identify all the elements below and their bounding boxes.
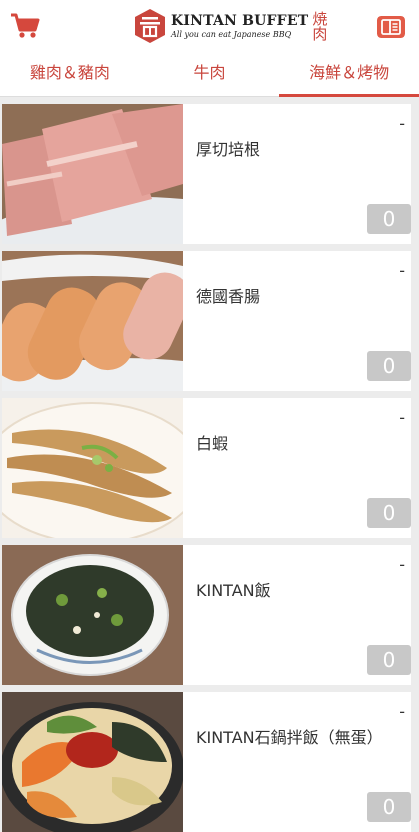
item-photo-sausage bbox=[2, 251, 183, 391]
quantity-badge[interactable]: 0 bbox=[367, 351, 411, 381]
item-price: - bbox=[399, 408, 405, 427]
tab-seafood-grill[interactable]: 海鮮＆烤物 bbox=[279, 52, 419, 97]
logo-subtitle: All you can eat Japanese BBQ bbox=[171, 29, 292, 39]
item-price: - bbox=[399, 261, 405, 280]
item-name: 白蝦 bbox=[196, 434, 229, 453]
item-photo-rice-bowl bbox=[2, 545, 183, 685]
quantity-badge[interactable]: 0 bbox=[367, 204, 411, 234]
brand-logo: KINTAN BUFFET All you can eat Japanese B… bbox=[133, 6, 329, 46]
item-name: 德國香腸 bbox=[196, 287, 261, 306]
item-photo-bibimbap bbox=[2, 692, 183, 832]
logo-text: KINTAN BUFFET All you can eat Japanese B… bbox=[171, 14, 308, 39]
tab-beef[interactable]: 牛肉 bbox=[140, 52, 280, 96]
list-item[interactable]: KINTAN飯 - 0 bbox=[2, 545, 411, 685]
item-photo-bacon bbox=[2, 104, 183, 244]
list-item[interactable]: 白蝦 - 0 bbox=[2, 398, 411, 538]
quantity-badge[interactable]: 0 bbox=[367, 645, 411, 675]
menu-book-icon[interactable] bbox=[377, 16, 405, 38]
list-item[interactable]: KINTAN石鍋拌飯（無蛋） - 0 bbox=[2, 692, 411, 832]
list-item[interactable]: 德國香腸 - 0 bbox=[2, 251, 411, 391]
item-name: KINTAN飯 bbox=[196, 581, 271, 600]
item-name: 厚切培根 bbox=[196, 140, 261, 159]
quantity-badge[interactable]: 0 bbox=[367, 498, 411, 528]
item-photo-shrimp bbox=[2, 398, 183, 538]
logo-mark-icon bbox=[135, 9, 165, 43]
shopping-cart-icon[interactable] bbox=[9, 12, 41, 40]
tab-chicken-pork[interactable]: 雞肉＆豬肉 bbox=[0, 52, 140, 96]
quantity-badge[interactable]: 0 bbox=[367, 792, 411, 822]
category-tabs: 雞肉＆豬肉 牛肉 海鮮＆烤物 bbox=[0, 52, 419, 97]
logo-title: KINTAN BUFFET bbox=[171, 12, 309, 29]
logo-kanji: 焼肉 bbox=[310, 11, 329, 41]
item-name: KINTAN石鍋拌飯（無蛋） bbox=[196, 728, 383, 747]
item-price: - bbox=[399, 114, 405, 133]
list-item[interactable]: 厚切培根 - 0 bbox=[2, 104, 411, 244]
item-price: - bbox=[399, 702, 405, 721]
item-price: - bbox=[399, 555, 405, 574]
app-header: KINTAN BUFFET All you can eat Japanese B… bbox=[0, 0, 419, 52]
